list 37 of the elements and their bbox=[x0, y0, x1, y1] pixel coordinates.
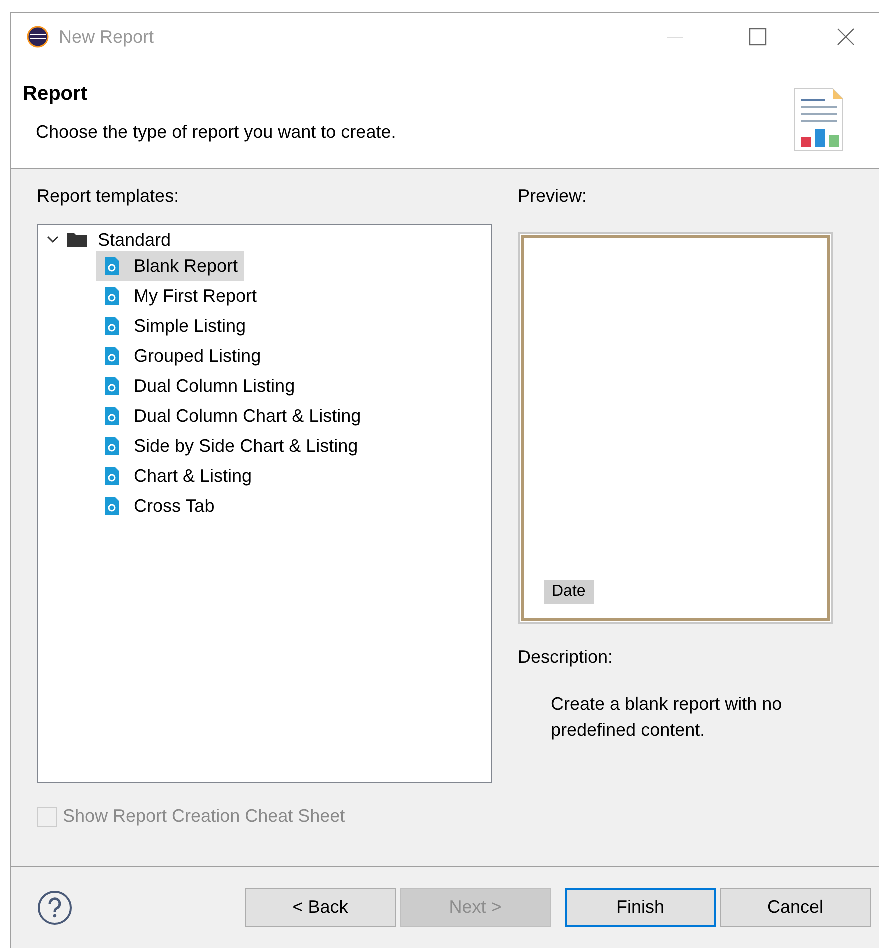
description-label: Description: bbox=[518, 646, 614, 669]
report-file-icon bbox=[104, 286, 120, 306]
report-file-icon bbox=[104, 256, 120, 276]
dialog-button[interactable]: Cancel bbox=[720, 888, 871, 927]
tree-item[interactable]: Blank Report bbox=[96, 251, 244, 281]
folder-icon bbox=[66, 232, 88, 248]
help-icon[interactable] bbox=[37, 890, 73, 926]
tree-item[interactable]: Dual Column Chart & Listing bbox=[96, 401, 368, 431]
header-subtitle: Choose the type of report you want to create. bbox=[36, 121, 398, 144]
report-file-icon bbox=[104, 436, 120, 456]
maximize-icon[interactable] bbox=[749, 28, 767, 46]
app-logo-icon bbox=[27, 26, 49, 48]
header-title: Report bbox=[23, 82, 88, 107]
dialog-button[interactable]: Finish bbox=[565, 888, 716, 927]
tree-item[interactable]: My First Report bbox=[96, 281, 264, 311]
tree-item[interactable]: Chart & Listing bbox=[96, 461, 258, 491]
tree-item[interactable]: Simple Listing bbox=[96, 311, 252, 341]
tree-item[interactable]: Dual Column Listing bbox=[96, 371, 302, 401]
date-field: Date bbox=[544, 580, 594, 604]
close-icon[interactable] bbox=[837, 28, 855, 46]
templates-label: Report templates: bbox=[37, 185, 180, 208]
window-title: New Report bbox=[59, 26, 154, 49]
preview-label: Preview: bbox=[518, 185, 588, 208]
report-file-icon bbox=[104, 376, 120, 396]
tree-item[interactable]: Grouped Listing bbox=[96, 341, 268, 371]
description-text: Create a blank report with no predefined content. bbox=[551, 693, 784, 742]
report-file-icon bbox=[104, 346, 120, 366]
checkbox-label: Show Report Creation Cheat Sheet bbox=[63, 805, 346, 828]
dialog-button[interactable]: < Back bbox=[245, 888, 396, 927]
report-file-icon bbox=[104, 316, 120, 336]
tree-item[interactable]: Standard bbox=[98, 226, 172, 254]
chevron-icon[interactable] bbox=[46, 235, 60, 245]
tree-item[interactable]: Side by Side Chart & Listing bbox=[96, 431, 364, 461]
report-file-icon bbox=[104, 406, 120, 426]
report-file-icon bbox=[104, 466, 120, 486]
tree-item[interactable]: Cross Tab bbox=[96, 491, 221, 521]
report-file-icon bbox=[104, 496, 120, 516]
